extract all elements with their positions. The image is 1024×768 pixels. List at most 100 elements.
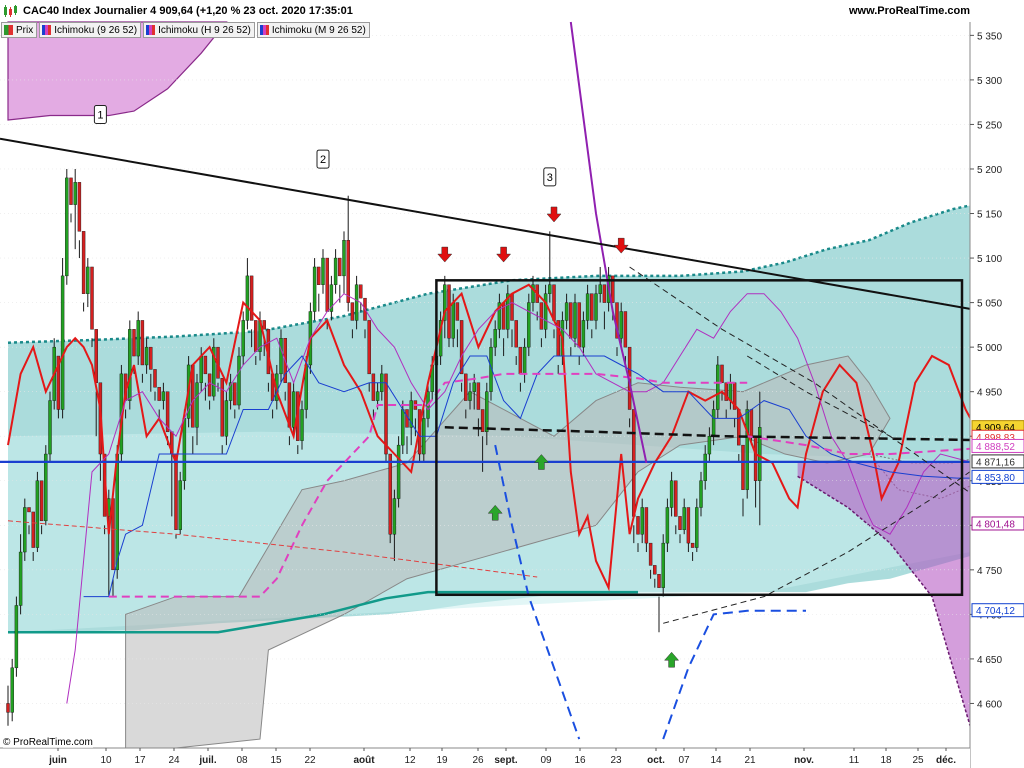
legend-swatch-icon [4, 25, 13, 35]
x-tick-label: 25 [912, 755, 924, 766]
cloud-layer [7, 21, 1024, 749]
candle-body [14, 605, 19, 669]
candle-body [522, 346, 527, 375]
candle-body [690, 542, 695, 548]
x-tick-label: oct. [647, 755, 665, 766]
price-badge-label: 4 853,80 [976, 473, 1015, 484]
candle-body [674, 480, 678, 517]
candle-body [375, 391, 380, 401]
candle-body [716, 364, 720, 410]
candle-body [585, 293, 590, 321]
y-tick-label: 5 000 [977, 343, 1002, 354]
y-axis[interactable]: 5 350 5 300 5 250 5 200 5 150 5 100 5 050 5 000… [969, 22, 1024, 768]
candle-body [140, 320, 145, 366]
candle-body [48, 400, 52, 455]
y-tick-label: 5 100 [977, 254, 1002, 265]
candle-body [69, 177, 73, 205]
x-tick-label: 09 [540, 755, 552, 766]
candle-body [464, 373, 468, 401]
candle-body [350, 302, 355, 321]
x-axis[interactable]: juin 10 17 24 juil. 08 15 22 août 12 19 26 sept. 09 16… [0, 747, 970, 768]
sell-arrow-icon[interactable] [613, 237, 629, 254]
candle-body [338, 257, 342, 277]
sell-arrow-icon[interactable] [546, 206, 562, 223]
candle-body [262, 320, 266, 330]
legend-item-ichimoku-h[interactable]: Ichimoku (H 9 26 52) [143, 22, 255, 38]
candle-body [640, 507, 644, 535]
candle-body [468, 391, 472, 401]
x-tick-label: sept. [494, 755, 518, 766]
x-tick-label: 07 [678, 755, 690, 766]
price-badge[interactable]: 4 888,52 [971, 438, 1024, 453]
price-badge-label: 4 704,12 [976, 606, 1015, 617]
candle-body [65, 177, 69, 277]
candle-body [749, 409, 754, 437]
candle-body [451, 302, 455, 339]
legend-label: Ichimoku (M 9 26 52) [271, 24, 366, 36]
candle-body [333, 257, 338, 285]
candle-body [686, 507, 691, 544]
candle-body [459, 320, 464, 375]
x-tick-label: 21 [744, 755, 756, 766]
candle-body [321, 257, 325, 285]
legend-label: Prix [16, 24, 34, 36]
legend-item-ichimoku[interactable]: Ichimoku (9 26 52) [39, 22, 142, 38]
candle-body [346, 240, 350, 303]
y-tick-label: 5 150 [977, 210, 1002, 221]
y-tick-label: 5 250 [977, 120, 1002, 131]
candle-body [577, 302, 581, 348]
candle-body [354, 284, 359, 321]
candle-body [564, 302, 569, 321]
x-tick-label: juin [48, 755, 67, 766]
legend-label: Ichimoku (H 9 26 52) [158, 24, 251, 36]
candle-body [741, 444, 745, 490]
candle-body [569, 302, 573, 339]
candle-body [590, 293, 594, 321]
candle-body [699, 480, 703, 508]
candle-body [594, 293, 598, 321]
site-url[interactable]: www.ProRealTime.com [849, 5, 970, 17]
candle-body [745, 409, 749, 490]
x-tick-label: 14 [710, 755, 722, 766]
chart-header: CAC40 Index Journalier 4 909,64 (+1,20 %… [0, 0, 970, 22]
x-tick-label: 26 [472, 755, 484, 766]
price-badge[interactable]: 4 801,48 [971, 516, 1024, 531]
price-badge[interactable]: 4 853,80 [971, 469, 1024, 484]
candle-body [367, 320, 371, 375]
price-badge[interactable]: 4 704,12 [971, 603, 1024, 618]
candle-body [359, 284, 363, 299]
candle-body [73, 182, 77, 205]
sell-arrow-icon[interactable] [496, 246, 512, 263]
x-tick-label: 17 [134, 755, 146, 766]
candle-body [552, 284, 556, 321]
indicator-legend: Prix Ichimoku (9 26 52) Ichimoku (H 9 26… [1, 22, 372, 38]
legend-item-price[interactable]: Prix [1, 22, 38, 38]
candle-body [317, 266, 321, 285]
sell-arrow-icon[interactable] [437, 246, 453, 263]
candle-body [149, 346, 153, 370]
price-badge[interactable]: 4 871,16 [971, 454, 1024, 469]
candle-body [144, 346, 149, 366]
candle-body [10, 667, 14, 713]
candle-body [485, 391, 489, 432]
candle-body [527, 302, 531, 348]
x-tick-label: 15 [270, 755, 282, 766]
candle-body [291, 391, 296, 428]
y-tick-label: 5 050 [977, 299, 1002, 310]
price-chart[interactable]: 123 5 3505 3005 2505 2005 1505 1005 0505… [0, 0, 1024, 768]
candle-body [401, 409, 405, 446]
copyright-text: © ProRealTime.com [3, 737, 93, 748]
legend-item-ichimoku-m[interactable]: Ichimoku (M 9 26 52) [256, 22, 370, 38]
resistance-trendline [0, 137, 971, 310]
candle-body [27, 507, 31, 513]
y-tick-label: 4 750 [977, 566, 1002, 577]
candle-body [6, 703, 10, 713]
candle-body [758, 427, 762, 481]
candle-body [514, 320, 518, 348]
price-badge-label: 4 871,16 [976, 457, 1015, 468]
buy-arrow-icon[interactable] [664, 651, 680, 668]
candle-body [245, 275, 250, 321]
candle-body [472, 382, 476, 392]
x-tick-label: 10 [100, 755, 112, 766]
candle-body [195, 382, 199, 428]
